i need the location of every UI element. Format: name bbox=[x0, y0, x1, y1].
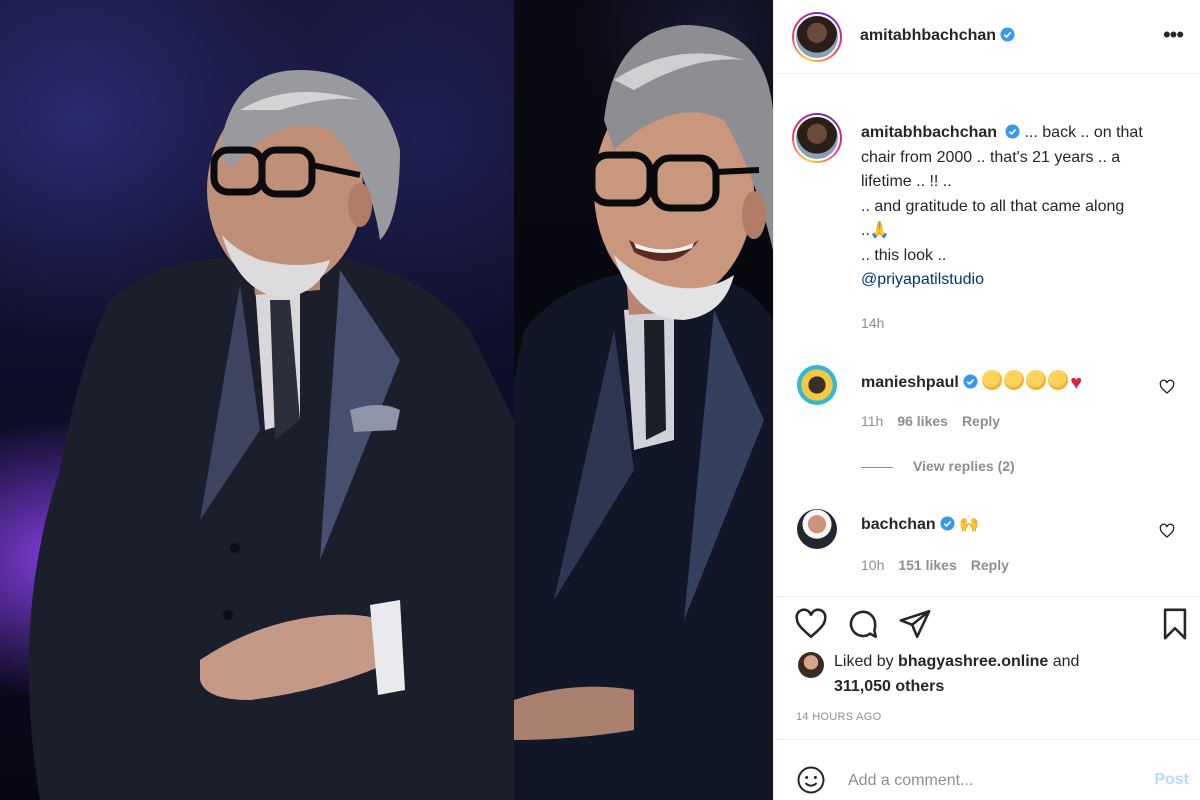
post-sidebar: amitabhbachchan ••• amitabhbachchan ... … bbox=[773, 0, 1200, 800]
raising-hands-emoji: 🙌 bbox=[959, 516, 980, 533]
verified-badge-icon bbox=[940, 516, 955, 531]
liked-by-username[interactable]: bhagyashree.online bbox=[898, 653, 1048, 670]
commenter-username[interactable]: manieshpaul bbox=[861, 374, 959, 391]
more-options-icon[interactable]: ••• bbox=[1159, 23, 1187, 51]
caption-username[interactable]: amitabhbachchan bbox=[861, 124, 997, 141]
add-comment-bar: Post bbox=[774, 739, 1200, 800]
share-icon[interactable] bbox=[898, 607, 932, 641]
reply-button[interactable]: Reply bbox=[962, 413, 1000, 429]
red-heart-emoji: ♥ bbox=[1070, 372, 1083, 394]
caption-text-line: .. and gratitude to all that came along bbox=[861, 197, 1125, 215]
caption-mention-link[interactable]: @priyapatilstudio bbox=[861, 268, 1181, 293]
caption-text-line: ..🙏 bbox=[861, 219, 1181, 244]
caption-timestamp[interactable]: 14h bbox=[861, 315, 884, 331]
heart-icon[interactable] bbox=[794, 607, 828, 641]
author-avatar[interactable] bbox=[792, 12, 842, 62]
comment-icon[interactable] bbox=[846, 607, 880, 641]
view-replies-label[interactable]: View replies (2) bbox=[913, 458, 1015, 474]
caption-text-line: chair from 2000 .. that's 21 years .. a bbox=[861, 148, 1121, 166]
view-replies-button[interactable]: View replies (2) bbox=[861, 458, 1015, 474]
post-actions: Liked by bhagyashree.online and 311,050 … bbox=[774, 596, 1200, 738]
others-count-link[interactable]: 311,050 others bbox=[834, 678, 944, 695]
clapping-hands-emoji bbox=[1004, 370, 1025, 390]
comments-section: amitabhbachchan ... back .. on that chai… bbox=[774, 75, 1200, 595]
photo-panel-right bbox=[514, 0, 773, 800]
comment-meta: 11h 96 likes Reply bbox=[861, 413, 1014, 429]
folded-hands-emoji: 🙏 bbox=[869, 222, 890, 239]
caption: amitabhbachchan ... back .. on that chai… bbox=[861, 121, 1181, 293]
clapping-hands-emoji bbox=[1026, 370, 1047, 390]
author-username[interactable]: amitabhbachchan bbox=[860, 27, 1015, 45]
comment-likes[interactable]: 96 likes bbox=[897, 413, 948, 429]
commenter-username[interactable]: bachchan bbox=[861, 516, 936, 533]
comment-text: bachchan 🙌 bbox=[861, 514, 979, 534]
clapping-hands-emoji bbox=[982, 370, 1003, 390]
liked-by-and: and bbox=[1048, 653, 1080, 670]
post-image[interactable] bbox=[0, 0, 773, 800]
verified-badge-icon bbox=[963, 374, 978, 389]
caption-text-line: lifetime .. !! .. bbox=[861, 173, 952, 190]
commenter-avatar[interactable] bbox=[797, 509, 837, 549]
like-comment-heart-icon[interactable] bbox=[1159, 379, 1175, 395]
liker-avatar[interactable] bbox=[798, 652, 824, 678]
post-comment-button[interactable]: Post bbox=[1154, 771, 1189, 789]
view-replies-line bbox=[861, 466, 893, 468]
caption-text-line: .. this look .. bbox=[861, 246, 947, 264]
clapping-hands-emoji bbox=[1048, 370, 1069, 390]
portrait-left-illustration bbox=[28, 70, 514, 800]
comment-likes[interactable]: 151 likes bbox=[898, 557, 956, 573]
verified-badge-icon bbox=[1005, 124, 1020, 139]
commenter-avatar[interactable] bbox=[797, 365, 837, 405]
portrait-right-illustration bbox=[514, 25, 773, 800]
photo-panel-left bbox=[0, 0, 514, 800]
likes-summary: Liked by bhagyashree.online and 311,050 … bbox=[834, 649, 1079, 699]
post-header: amitabhbachchan ••• bbox=[774, 0, 1200, 74]
post-timestamp[interactable]: 14 HOURS AGO bbox=[796, 711, 882, 723]
author-username-text[interactable]: amitabhbachchan bbox=[860, 27, 996, 44]
comment-meta: 10h 151 likes Reply bbox=[861, 557, 1023, 573]
smiley-icon[interactable] bbox=[796, 765, 826, 795]
liked-by-label: Liked by bbox=[834, 653, 899, 670]
like-comment-heart-icon[interactable] bbox=[1159, 523, 1175, 539]
comment-timestamp[interactable]: 11h bbox=[861, 413, 883, 429]
verified-badge-icon bbox=[1000, 27, 1015, 42]
caption-text-line: ... back .. on that bbox=[1024, 124, 1143, 141]
caption-author-avatar[interactable] bbox=[792, 113, 842, 163]
comment-text: manieshpaul ♥ bbox=[861, 370, 1082, 393]
comment-timestamp[interactable]: 10h bbox=[861, 557, 884, 573]
reply-button[interactable]: Reply bbox=[971, 557, 1009, 573]
caption-dots: .. bbox=[861, 222, 870, 239]
add-comment-input[interactable] bbox=[848, 766, 1118, 796]
bookmark-icon[interactable] bbox=[1158, 607, 1192, 641]
